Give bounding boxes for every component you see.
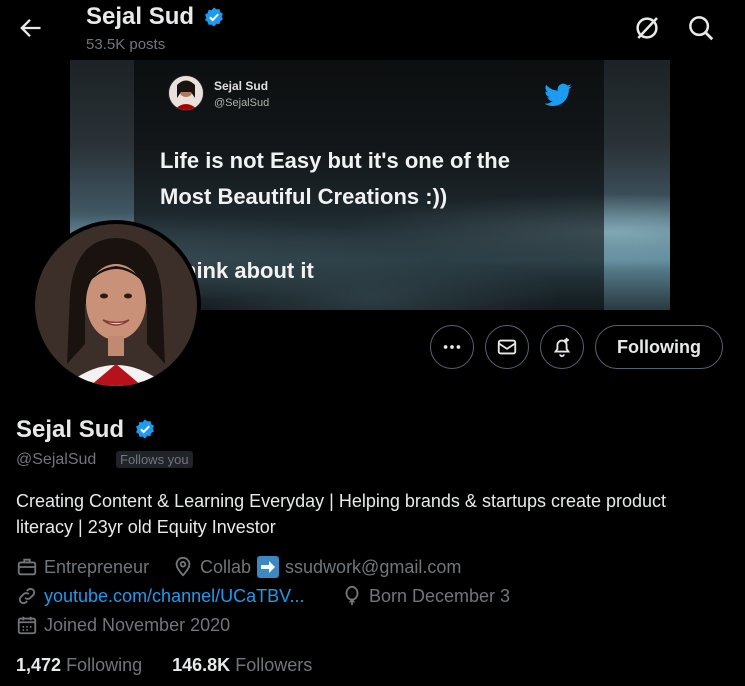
- verified-badge-icon: [205, 7, 223, 27]
- banner-quote-line-3: hink about it: [183, 258, 314, 283]
- balloon-icon: [345, 585, 359, 606]
- following-button[interactable]: Following: [595, 325, 723, 369]
- location-pin-icon: [175, 556, 191, 577]
- arrow-right-emoji-icon: [257, 556, 280, 578]
- category-label: Entrepreneur: [44, 556, 150, 577]
- profile-handle: @SejalSud: [16, 451, 97, 468]
- followers-label: Followers: [235, 655, 313, 675]
- followers-count: 146.8K: [172, 655, 231, 675]
- verified-badge-icon[interactable]: [134, 418, 156, 440]
- message-button[interactable]: [485, 325, 529, 369]
- profile-joined: Joined November 2020: [16, 614, 230, 636]
- header-title: Sejal Sud: [86, 3, 195, 30]
- post-count: 53.5K posts: [86, 36, 166, 53]
- profile-category: Entrepreneur: [16, 556, 149, 578]
- back-arrow-icon[interactable]: [16, 14, 44, 42]
- banner-card-avatar: [168, 75, 204, 111]
- profile-bio: Creating Content & Learning Everyday | H…: [16, 491, 667, 537]
- profile-location: Collab ssudwork@gmail.com: [172, 556, 461, 578]
- banner-quote-line-1: Life is not Easy but it's one of the: [160, 148, 510, 173]
- following-label: Following: [66, 655, 143, 675]
- location-email: ssudwork@gmail.com: [285, 556, 462, 577]
- profile-avatar[interactable]: [31, 220, 201, 390]
- profile-name: Sejal Sud: [16, 416, 125, 443]
- calendar-icon: [17, 616, 37, 635]
- following-stat[interactable]: 1,472 Following: [16, 655, 147, 675]
- follow-stats: 1,472 Following 146.8K Followers: [16, 655, 312, 676]
- profile-website: youtube.com/channel/UCaTBV...: [16, 585, 304, 607]
- banner-card-handle: @SejalSud: [214, 97, 270, 109]
- more-dots-icon: [443, 345, 461, 349]
- banner-card-name: Sejal Sud: [214, 79, 269, 93]
- avatar-photo: [35, 224, 197, 386]
- top-bar: Sejal Sud 53.5K posts: [0, 0, 745, 60]
- search-icon[interactable]: [686, 13, 716, 43]
- banner-quote-line-2: Most Beautiful Creations :)): [160, 184, 448, 209]
- joined-label: Joined November 2020: [44, 614, 231, 635]
- grok-icon[interactable]: [632, 13, 662, 43]
- location-label: Collab: [200, 556, 252, 577]
- followers-stat[interactable]: 146.8K Followers: [172, 655, 312, 675]
- following-count: 1,472: [16, 655, 62, 675]
- bell-plus-icon: [553, 337, 571, 358]
- link-icon: [18, 587, 36, 605]
- twitter-bird-icon: [544, 83, 572, 107]
- birthday-label: Born December 3: [369, 585, 511, 606]
- profile-birthday: Born December 3: [341, 585, 510, 607]
- more-options-button[interactable]: [430, 325, 474, 369]
- follows-you-badge: Follows you: [116, 451, 193, 468]
- briefcase-icon: [17, 558, 37, 576]
- envelope-icon: [497, 339, 517, 355]
- notifications-button[interactable]: [540, 325, 584, 369]
- website-link[interactable]: youtube.com/channel/UCaTBV...: [44, 586, 304, 607]
